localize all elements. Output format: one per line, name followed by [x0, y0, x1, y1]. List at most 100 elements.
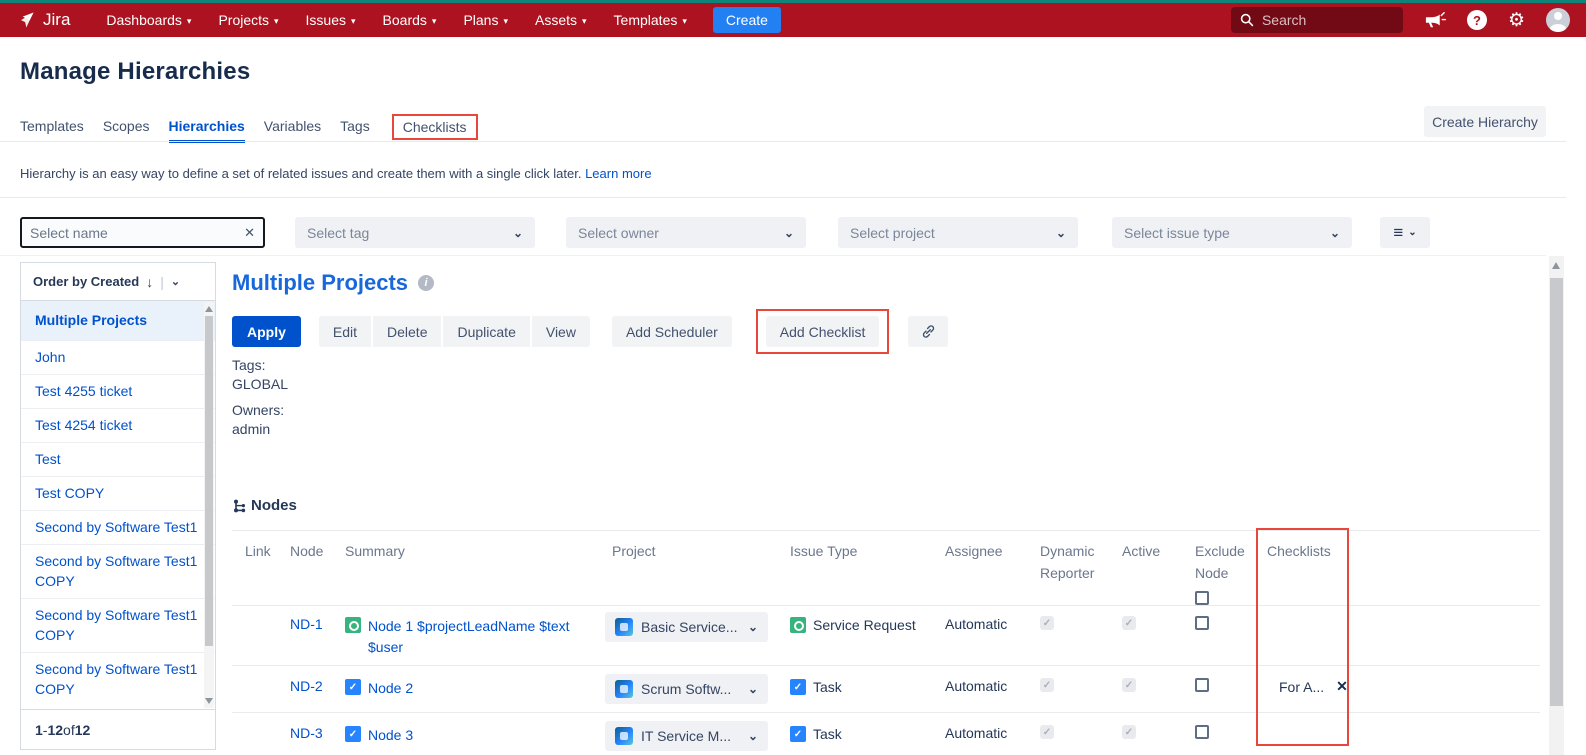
edit-button-group: Edit Delete Duplicate View: [319, 316, 590, 347]
exclude-node-checkbox[interactable]: [1195, 678, 1209, 692]
add-scheduler-button[interactable]: Add Scheduler: [612, 316, 732, 347]
scroll-up-icon[interactable]: [1552, 262, 1560, 269]
list-item[interactable]: Multiple Projects: [21, 301, 215, 341]
list-options-menu-button[interactable]: ≡ ⌄: [1380, 217, 1430, 248]
user-avatar[interactable]: [1546, 8, 1570, 32]
cell-summary: ✓ Node 3: [345, 725, 612, 746]
permalink-button[interactable]: [908, 316, 948, 347]
node-key-link[interactable]: ND-1: [290, 616, 323, 632]
hierarchy-detail: Multiple Projects i Apply Edit Delete Du…: [232, 256, 1540, 755]
sort-descending-icon[interactable]: ↓: [146, 274, 153, 290]
page-title: Manage Hierarchies: [20, 58, 250, 86]
cell-project: Scrum Softw... ⌄: [612, 678, 790, 704]
tab-tags[interactable]: Tags: [340, 118, 370, 134]
tab-hierarchies[interactable]: Hierarchies: [169, 118, 245, 134]
help-icon[interactable]: ?: [1467, 10, 1487, 30]
node-summary-link[interactable]: Node 1 $projectLeadName $text $user: [368, 616, 592, 658]
info-icon[interactable]: i: [418, 275, 434, 291]
cell-node: ND-2: [290, 678, 345, 694]
jira-logo[interactable]: Jira: [16, 10, 70, 30]
nav-item-issues[interactable]: Issues▾: [306, 12, 356, 28]
tab-scopes[interactable]: Scopes: [103, 118, 150, 134]
list-item[interactable]: Test: [21, 443, 215, 477]
create-button[interactable]: Create: [713, 7, 781, 33]
nav-item-dashboards[interactable]: Dashboards▾: [106, 12, 191, 28]
node-summary-link[interactable]: Node 3: [368, 725, 413, 746]
delete-button[interactable]: Delete: [373, 316, 441, 347]
select-name-input[interactable]: [30, 225, 238, 241]
list-item[interactable]: Test 4254 ticket: [21, 409, 215, 443]
edit-button[interactable]: Edit: [319, 316, 371, 347]
list-item[interactable]: Second by Software Test1 COPY: [21, 599, 215, 653]
view-button[interactable]: View: [532, 316, 590, 347]
active-checkbox: ✓: [1122, 678, 1136, 692]
list-scrollbar[interactable]: [204, 302, 214, 708]
nav-item-assets[interactable]: Assets▾: [535, 12, 587, 28]
page-scrollbar[interactable]: [1549, 256, 1564, 755]
column-header-node: Node: [290, 540, 345, 605]
nav-item-plans[interactable]: Plans▾: [463, 12, 508, 28]
node-summary-link[interactable]: Node 2: [368, 678, 413, 699]
chevron-down-icon: ⌄: [784, 227, 794, 239]
column-header-checklists: Checklists: [1267, 540, 1540, 605]
chevron-down-icon[interactable]: ⌄: [171, 275, 180, 288]
order-by-label[interactable]: Order by Created: [33, 274, 139, 289]
megaphone-icon[interactable]: [1424, 10, 1446, 30]
create-hierarchy-button[interactable]: Create Hierarchy: [1424, 106, 1546, 137]
exclude-node-checkbox[interactable]: [1195, 725, 1209, 739]
list-item[interactable]: Test 4255 ticket: [21, 375, 215, 409]
project-dropdown[interactable]: IT Service M... ⌄: [605, 721, 768, 751]
remove-checklist-icon[interactable]: ✕: [1336, 678, 1348, 695]
hierarchy-list-panel: Order by Created ↓ | ⌄ Multiple Projects…: [20, 262, 216, 750]
project-avatar-icon: [615, 618, 633, 636]
exclude-all-checkbox[interactable]: [1195, 591, 1209, 605]
select-tag-dropdown[interactable]: Select tag ⌄: [295, 217, 535, 248]
add-checklist-button[interactable]: Add Checklist: [766, 316, 880, 347]
nav-item-boards[interactable]: Boards▾: [383, 12, 437, 28]
scrollbar-thumb[interactable]: [1550, 278, 1563, 706]
select-project-dropdown[interactable]: Select project ⌄: [838, 217, 1078, 248]
navbar: Jira Dashboards▾ Projects▾ Issues▾ Board…: [0, 3, 1586, 37]
select-issue-type-dropdown[interactable]: Select issue type ⌄: [1112, 217, 1352, 248]
list-item[interactable]: John: [21, 341, 215, 375]
select-owner-dropdown[interactable]: Select owner ⌄: [566, 217, 806, 248]
annotation-box-add-checklist: Add Checklist: [756, 309, 890, 354]
checklist-name[interactable]: For A...: [1279, 679, 1324, 695]
project-avatar-icon: [615, 727, 633, 745]
tab-variables[interactable]: Variables: [264, 118, 321, 134]
node-key-link[interactable]: ND-3: [290, 725, 323, 741]
search-input[interactable]: [1262, 12, 1382, 28]
learn-more-link[interactable]: Learn more: [585, 166, 651, 181]
list-item[interactable]: Second by Software Test1 COPY: [21, 653, 215, 699]
scroll-down-icon[interactable]: [205, 698, 213, 704]
scroll-up-icon[interactable]: [205, 306, 213, 312]
project-dropdown[interactable]: Scrum Softw... ⌄: [605, 674, 768, 704]
column-header-link: Link: [245, 540, 290, 605]
duplicate-button[interactable]: Duplicate: [443, 316, 529, 347]
cell-checklists: For A... ✕: [1267, 678, 1540, 695]
cell-issue-type: ✓ Task: [790, 725, 945, 742]
list-item[interactable]: Test COPY: [21, 477, 215, 511]
nodes-section-header: Nodes: [233, 497, 297, 514]
nav-item-projects[interactable]: Projects▾: [218, 12, 278, 28]
clear-icon[interactable]: ✕: [238, 225, 255, 241]
pagination: 1 - 12 of 12: [21, 709, 215, 749]
exclude-node-checkbox[interactable]: [1195, 616, 1209, 630]
list-item[interactable]: Second by Software Test1 COPY: [21, 545, 215, 599]
project-dropdown[interactable]: Basic Service... ⌄: [605, 612, 768, 642]
tab-checklists[interactable]: Checklists: [403, 119, 467, 135]
link-icon: [920, 323, 937, 340]
apply-button[interactable]: Apply: [232, 316, 301, 347]
scrollbar-thumb[interactable]: [205, 316, 213, 646]
nav-item-templates[interactable]: Templates▾: [614, 12, 687, 28]
navbar-search[interactable]: [1231, 7, 1403, 33]
column-header-exclude-node: Exclude Node: [1195, 540, 1267, 605]
list-item[interactable]: Second by Software Test1: [21, 511, 215, 545]
hamburger-icon: ≡: [1393, 224, 1403, 241]
node-key-link[interactable]: ND-2: [290, 678, 323, 694]
gear-icon[interactable]: ⚙: [1508, 11, 1525, 30]
navbar-right: ? ⚙: [1231, 7, 1570, 33]
tab-templates[interactable]: Templates: [20, 118, 84, 134]
jira-logo-text: Jira: [43, 10, 70, 30]
hierarchy-title: Multiple Projects: [232, 270, 408, 296]
